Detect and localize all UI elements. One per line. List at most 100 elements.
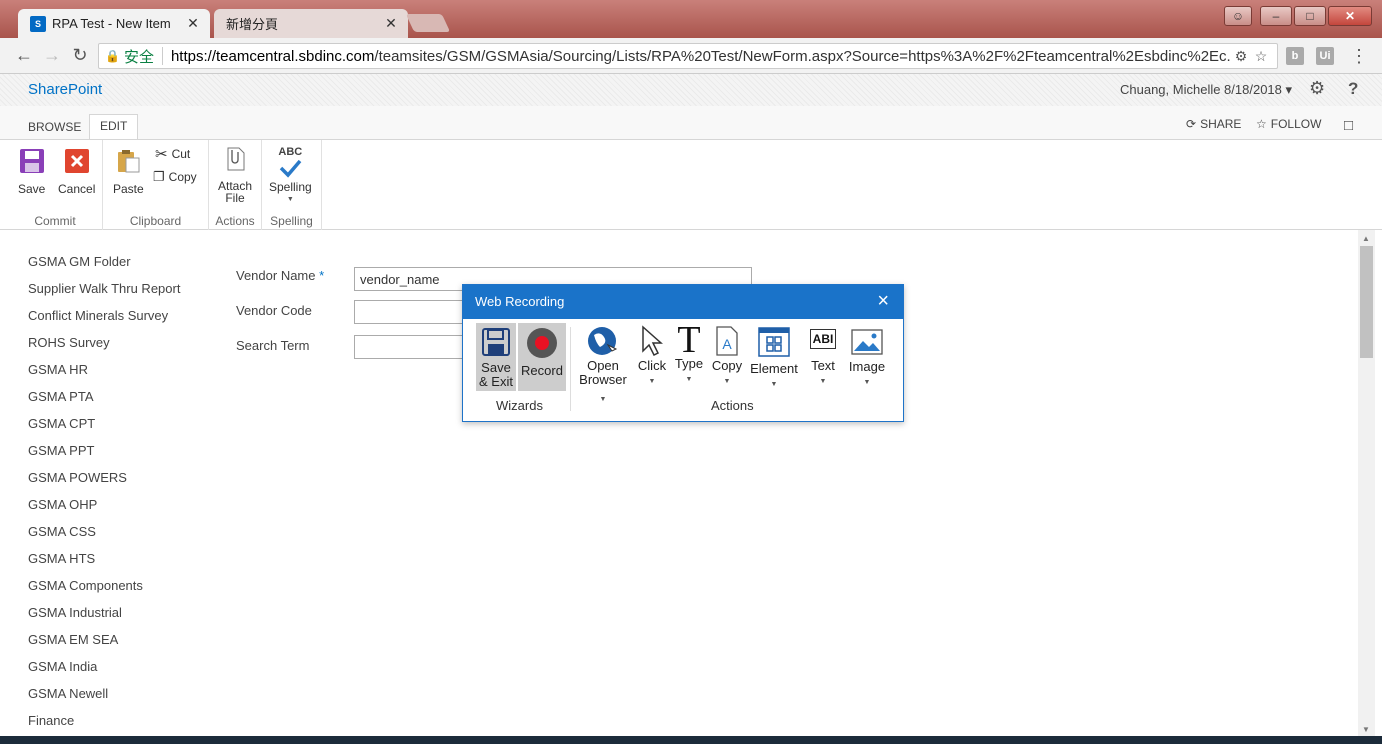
required-asterisk: * — [319, 268, 325, 283]
browser-menu-icon[interactable]: ⋮ — [1350, 46, 1368, 67]
record-button[interactable]: Record — [518, 323, 566, 391]
type-button[interactable]: T Type ▼ — [672, 321, 706, 387]
cut-button[interactable]: ✂ Cut — [155, 145, 190, 163]
spelling-abc-text: ABC — [278, 146, 303, 158]
minimize-button[interactable]: – — [1260, 6, 1292, 26]
url-omnibox[interactable]: 🔒 安全 https://teamcentral.sbdinc.com/team… — [98, 43, 1278, 69]
attach-file-button[interactable]: Attach File — [218, 146, 252, 204]
paste-button[interactable]: Paste — [113, 148, 144, 196]
paste-clipboard-icon — [118, 150, 140, 173]
nav-link[interactable]: GSMA Newell — [28, 686, 180, 713]
element-button[interactable]: Element ▼ — [749, 327, 799, 392]
follow-button[interactable]: ☆ FOLLOW — [1256, 117, 1321, 131]
tab-rpa-test[interactable]: S RPA Test - New Item ✕ — [18, 9, 210, 38]
divider — [161, 47, 163, 65]
tab-new-tab[interactable]: 新增分頁 ✕ — [214, 9, 408, 38]
ribbon: Save Cancel Commit Paste ✂ Cut ❐ Copy Cl… — [0, 139, 1382, 230]
nav-link[interactable]: GSMA India — [28, 659, 180, 686]
cancel-button[interactable]: Cancel — [58, 148, 95, 196]
close-window-button[interactable]: ✕ — [1328, 6, 1372, 26]
ribbon-group-spelling: ABC Spelling ▼ Spelling — [262, 140, 322, 230]
browser-tab-bar: S RPA Test - New Item ✕ 新增分頁 ✕ ☺ – □ ✕ — [0, 0, 1382, 38]
dialog-title-bar[interactable]: Web Recording × — [463, 285, 903, 319]
nav-link[interactable]: GSMA EM SEA — [28, 632, 180, 659]
copy-button[interactable]: ❐ Copy — [153, 169, 197, 185]
chevron-down-icon: ▾ — [1285, 82, 1293, 97]
copy-button[interactable]: A Copy ▼ — [709, 325, 745, 389]
nav-link[interactable]: GSMA GM Folder — [28, 254, 180, 281]
sharepoint-favicon-icon: S — [30, 15, 46, 32]
save-exit-button[interactable]: Save & Exit — [476, 323, 516, 391]
tab-edit[interactable]: EDIT — [89, 114, 139, 140]
nav-link[interactable]: GSMA CPT — [28, 416, 180, 443]
windows-taskbar — [0, 736, 1382, 744]
nav-link[interactable]: GSMA Components — [28, 578, 180, 605]
group-label-spelling: Spelling — [270, 214, 313, 228]
dropdown-caret-icon: ▼ — [770, 381, 778, 388]
forward-arrow-icon[interactable]: → — [38, 42, 66, 70]
nav-link[interactable]: GSMA PTA — [28, 389, 180, 416]
cancel-x-icon — [64, 149, 89, 173]
focus-on-content-icon[interactable]: □ — [1344, 117, 1353, 134]
image-button[interactable]: Image ▼ — [847, 329, 887, 390]
help-icon[interactable]: ? — [1348, 79, 1358, 99]
scrollbar-thumb[interactable] — [1360, 246, 1373, 358]
nav-link[interactable]: GSMA OHP — [28, 497, 180, 524]
web-recording-dialog: Web Recording × Save & Exit Record Open … — [462, 284, 904, 422]
scroll-down-arrow-icon[interactable]: ▼ — [1362, 725, 1370, 734]
back-arrow-icon[interactable]: ← — [10, 42, 38, 70]
open-browser-button[interactable]: Open Browser ▼ — [575, 325, 631, 407]
translate-icon[interactable]: ⚙ — [1231, 48, 1251, 65]
text-select-icon: ABI — [809, 329, 837, 349]
image-picture-icon — [851, 329, 883, 355]
nav-link[interactable]: GSMA HR — [28, 362, 180, 389]
tab-close-icon[interactable]: ✕ — [384, 15, 398, 32]
nav-link[interactable]: GSMA Industrial — [28, 605, 180, 632]
nav-link[interactable]: Conflict Minerals Survey — [28, 308, 180, 335]
search-term-label: Search Term — [236, 338, 310, 353]
group-label-wizards: Wizards — [496, 398, 543, 413]
bookmark-star-icon[interactable]: ☆ — [1251, 48, 1271, 65]
tab-close-icon[interactable]: ✕ — [186, 15, 200, 32]
maximize-button[interactable]: □ — [1294, 6, 1326, 26]
scroll-up-arrow-icon[interactable]: ▲ — [1362, 234, 1370, 243]
click-button[interactable]: Click ▼ — [635, 325, 669, 389]
record-icon — [527, 328, 557, 358]
reload-icon[interactable]: ↻ — [66, 42, 94, 70]
dropdown-caret-icon: ▼ — [685, 376, 693, 383]
page-scrollbar[interactable]: ▲ ▼ — [1358, 230, 1375, 736]
extension-uipath-icon[interactable]: Ui — [1316, 47, 1334, 65]
nav-link[interactable]: ROHS Survey — [28, 335, 180, 362]
close-icon[interactable]: × — [877, 290, 889, 313]
new-tab-button[interactable] — [405, 14, 451, 32]
tab-title: RPA Test - New Item — [52, 16, 171, 31]
save-button[interactable]: Save — [18, 148, 45, 196]
group-label-actions: Actions — [711, 398, 754, 413]
lock-icon: 🔒 — [105, 49, 120, 63]
extension-b-icon[interactable]: b — [1286, 47, 1304, 65]
dropdown-caret-icon: ▼ — [863, 379, 871, 386]
ribbon-group-clipboard: Paste ✂ Cut ❐ Copy Clipboard — [103, 140, 209, 230]
nav-link[interactable]: GSMA POWERS — [28, 470, 180, 497]
ribbon-group-actions: Attach File Actions — [209, 140, 262, 230]
tab-browse[interactable]: BROWSE — [18, 116, 91, 138]
spelling-button[interactable]: ABC Spelling ▼ — [269, 146, 312, 203]
group-label-actions: Actions — [215, 214, 255, 228]
nav-link[interactable]: Supplier Walk Thru Report — [28, 281, 180, 308]
settings-gear-icon[interactable]: ⚙ — [1309, 78, 1325, 99]
nav-link[interactable]: GSMA CSS — [28, 524, 180, 551]
dropdown-caret-icon: ▼ — [723, 378, 731, 385]
nav-link[interactable]: GSMA HTS — [28, 551, 180, 578]
url-text[interactable]: https://teamcentral.sbdinc.com/teamsites… — [171, 48, 1231, 65]
nav-link[interactable]: GSMA PPT — [28, 443, 180, 470]
divider — [570, 327, 571, 411]
ribbon-tab-row: BROWSE EDIT ⟳ SHARE ☆ FOLLOW □ — [0, 106, 1382, 140]
text-button[interactable]: ABI Text ▼ — [805, 329, 841, 389]
dropdown-caret-icon: ▼ — [599, 396, 607, 403]
star-icon: ☆ — [1256, 117, 1267, 131]
user-profile-icon[interactable]: ☺ — [1224, 6, 1252, 26]
sharepoint-brand[interactable]: SharePoint — [28, 81, 102, 98]
user-menu[interactable]: Chuang, Michelle 8/18/2018 ▾ — [1120, 82, 1292, 98]
address-bar-row: ← → ↻ 🔒 安全 https://teamcentral.sbdinc.co… — [0, 38, 1382, 74]
share-button[interactable]: ⟳ SHARE — [1186, 117, 1241, 131]
